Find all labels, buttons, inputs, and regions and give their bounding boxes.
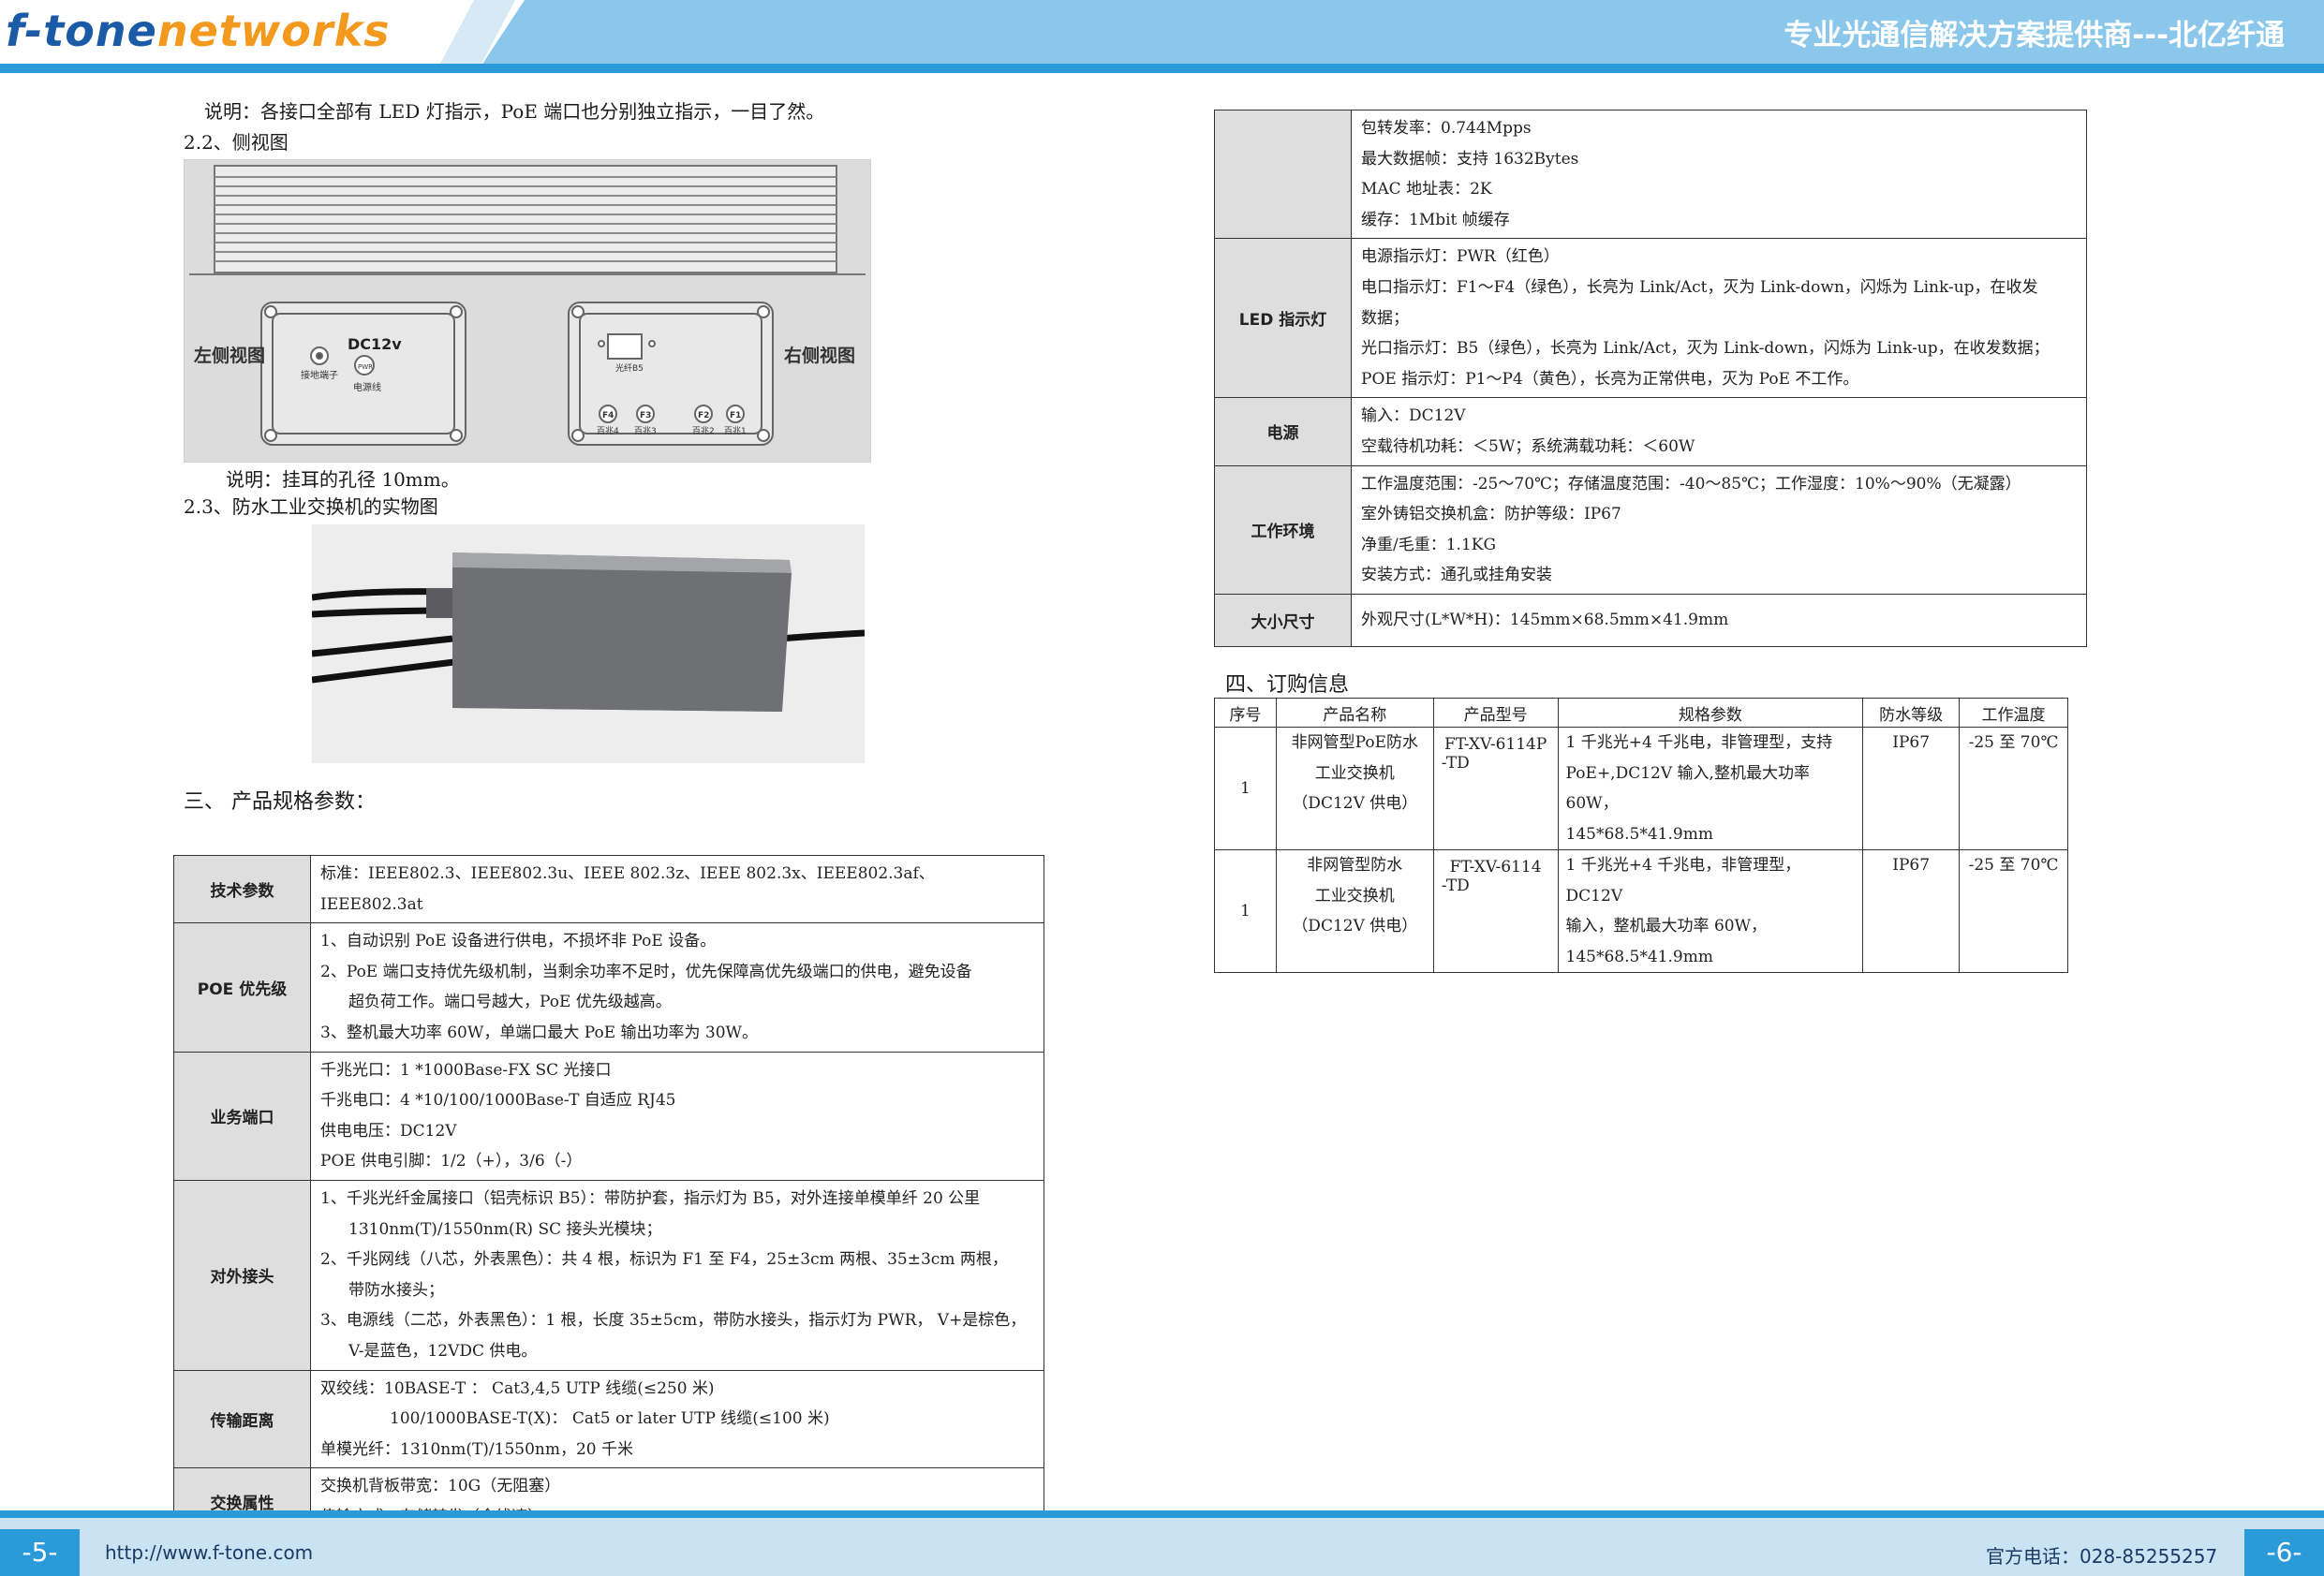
- power-line-label: 电源线: [353, 381, 381, 393]
- footer-rule: [0, 1510, 2324, 1518]
- right-view-title: 右侧视图: [783, 345, 855, 366]
- order-temperature: -25 至 70℃: [1959, 727, 2068, 850]
- port-f2-label: 百兆2: [692, 426, 715, 436]
- spec-key: 技术参数: [173, 854, 311, 924]
- port-f3-label: 百兆3: [634, 426, 657, 436]
- table-row: LED 指示灯 电源指示灯：PWR（红色） 电口指示灯：F1～F4（绿色），长亮…: [1214, 238, 2087, 399]
- table-row: 大小尺寸 外观尺寸(L*W*H)：145mm×68.5mm×41.9mm: [1214, 593, 2087, 647]
- table-row: 1 非网管型防水 工业交换机 （DC12V 供电） FT-XV-6114 -TD…: [1214, 849, 2068, 973]
- order-table: 序号 产品名称 产品型号 规格参数 防水等级 工作温度 1 非网管型PoE防水 …: [1214, 698, 2068, 973]
- company-logo: f-tonenetworks: [6, 6, 391, 56]
- spec-key: 业务端口: [173, 1051, 311, 1181]
- spec-key: 工作环境: [1214, 464, 1352, 595]
- port-f4-id: F4: [602, 411, 614, 420]
- column-header: 产品型号: [1432, 698, 1559, 728]
- order-model: FT-XV-6114P -TD: [1432, 727, 1559, 850]
- table-row: 工作环境 工作温度范围：-25～70℃；存储温度范围：-40～85℃；工作湿度：…: [1214, 464, 2087, 595]
- dc12v-label: DC12v: [348, 335, 402, 353]
- table-row: 技术参数 标准：IEEE802.3、IEEE802.3u、IEEE 802.3z…: [173, 854, 1044, 924]
- table-header-row: 序号 产品名称 产品型号 规格参数 防水等级 工作温度: [1214, 698, 2068, 728]
- left-view-title: 左侧视图: [194, 345, 265, 366]
- order-ip-rating: IP67: [1862, 727, 1961, 850]
- table-row: 包转发率：0.744Mpps 最大数据帧：支持 1632Bytes MAC 地址…: [1214, 109, 2087, 240]
- spec-key: POE 优先级: [173, 922, 311, 1053]
- table-row: 业务端口 千兆光口：1 *1000Base-FX SC 光接口 千兆电口：4 *…: [173, 1051, 1044, 1181]
- column-header: 序号: [1214, 698, 1277, 728]
- spec-key: 大小尺寸: [1214, 593, 1352, 647]
- heatsink-top-view: [189, 165, 866, 275]
- page-number-left: -5-: [0, 1529, 80, 1576]
- table-row: 传输距离 双绞线：10BASE-T ： Cat3,4,5 UTP 线缆(≤250…: [173, 1369, 1044, 1469]
- spec-table-left: 技术参数 标准：IEEE802.3、IEEE802.3u、IEEE 802.3z…: [173, 854, 1044, 1537]
- column-header: 防水等级: [1862, 698, 1961, 728]
- mounting-hole-note: 说明：挂耳的孔径 10mm。: [226, 468, 460, 491]
- spec-key: [1214, 109, 1352, 240]
- order-no: 1: [1214, 727, 1277, 850]
- spec-table-right: 包转发率：0.744Mpps 最大数据帧：支持 1632Bytes MAC 地址…: [1214, 109, 2087, 647]
- order-model: FT-XV-6114 -TD: [1432, 849, 1559, 973]
- spec-key: 对外接头: [173, 1179, 311, 1371]
- ground-terminal-label: 接地端子: [301, 369, 338, 381]
- section-product-photo: 2.3、防水工业交换机的实物图: [184, 495, 438, 518]
- port-f2-id: F2: [698, 411, 709, 420]
- spec-value: 输入：DC12V 空载待机功耗：＜5W；系统满载功耗：＜60W: [1351, 397, 2087, 466]
- spec-key: LED 指示灯: [1214, 238, 1352, 399]
- table-row: 电源 输入：DC12V 空载待机功耗：＜5W；系统满载功耗：＜60W: [1214, 397, 2087, 466]
- spec-value: 1、自动识别 PoE 设备进行供电，不损坏非 PoE 设备。 2、PoE 端口支…: [310, 922, 1044, 1053]
- spec-value: 外观尺寸(L*W*H)：145mm×68.5mm×41.9mm: [1351, 593, 2087, 647]
- column-header: 工作温度: [1959, 698, 2068, 728]
- spec-value: 千兆光口：1 *1000Base-FX SC 光接口 千兆电口：4 *10/10…: [310, 1051, 1044, 1181]
- left-side-panel: [260, 302, 466, 446]
- fiber-port-label: 光纤B5: [615, 362, 644, 374]
- official-phone: 官方电话：028-85255257: [1986, 1545, 2218, 1568]
- column-header: 规格参数: [1557, 698, 1864, 728]
- table-row: POE 优先级 1、自动识别 PoE 设备进行供电，不损坏非 PoE 设备。 2…: [173, 922, 1044, 1053]
- spec-value: 标准：IEEE802.3、IEEE802.3u、IEEE 802.3z、IEEE…: [310, 854, 1044, 924]
- section-specifications: 三、 产品规格参数：: [184, 790, 376, 814]
- spec-key: 电源: [1214, 397, 1352, 466]
- spec-key: 传输距离: [173, 1369, 311, 1469]
- website-link[interactable]: http://www.f-tone.com: [105, 1541, 313, 1564]
- spec-value: 工作温度范围：-25～70℃；存储温度范围：-40～85℃；工作湿度：10%～9…: [1351, 464, 2087, 595]
- header-rule: [0, 64, 2324, 73]
- order-product-name: 非网管型防水 工业交换机 （DC12V 供电）: [1275, 849, 1434, 973]
- spec-value: 电源指示灯：PWR（红色） 电口指示灯：F1～F4（绿色），长亮为 Link/A…: [1351, 238, 2087, 399]
- header-slogan: 专业光通信解决方案提供商---北亿纤通: [1784, 19, 2285, 52]
- order-ip-rating: IP67: [1862, 849, 1961, 973]
- spec-value: 1、千兆光纤金属接口（铝壳标识 B5）：带防护套，指示灯为 B5，对外连接单模单…: [310, 1179, 1044, 1371]
- port-f1-label: 百兆1: [724, 426, 747, 436]
- pwr-label: PWR: [358, 363, 373, 371]
- side-view-diagram: 左侧视图 DC12v 接地端子 PWR 电源线 右侧视图 光纤B5 F4 F3 …: [184, 159, 871, 463]
- footer-band: [0, 1518, 2324, 1576]
- page-number-right: -6-: [2244, 1529, 2324, 1576]
- port-f4-label: 百兆4: [597, 426, 619, 436]
- order-spec: 1 千兆光+4 千兆电，非管理型，支持 PoE+,DC12V 输入,整机最大功率…: [1557, 727, 1864, 850]
- right-side-panel: [568, 302, 774, 446]
- order-spec: 1 千兆光+4 千兆电，非管理型，DC12V 输入，整机最大功率 60W， 14…: [1557, 849, 1864, 973]
- interface-led-note: 说明：各接口全部有 LED 灯指示，PoE 端口也分别独立指示，一目了然。: [204, 100, 825, 123]
- table-row: 对外接头 1、千兆光纤金属接口（铝壳标识 B5）：带防护套，指示灯为 B5，对外…: [173, 1179, 1044, 1371]
- port-f3-id: F3: [640, 411, 651, 420]
- section-ordering-info: 四、订购信息: [1225, 673, 1350, 697]
- order-temperature: -25 至 70℃: [1959, 849, 2068, 973]
- table-row: 1 非网管型PoE防水 工业交换机 （DC12V 供电） FT-XV-6114P…: [1214, 727, 2068, 850]
- order-product-name: 非网管型PoE防水 工业交换机 （DC12V 供电）: [1275, 727, 1434, 850]
- product-photo: [311, 524, 866, 763]
- port-f1-id: F1: [730, 411, 741, 420]
- spec-value: 双绞线：10BASE-T ： Cat3,4,5 UTP 线缆(≤250 米) 1…: [310, 1369, 1044, 1469]
- column-header: 产品名称: [1275, 698, 1434, 728]
- section-side-view: 2.2、侧视图: [184, 131, 289, 154]
- spec-value: 包转发率：0.744Mpps 最大数据帧：支持 1632Bytes MAC 地址…: [1351, 109, 2087, 240]
- order-no: 1: [1214, 849, 1277, 973]
